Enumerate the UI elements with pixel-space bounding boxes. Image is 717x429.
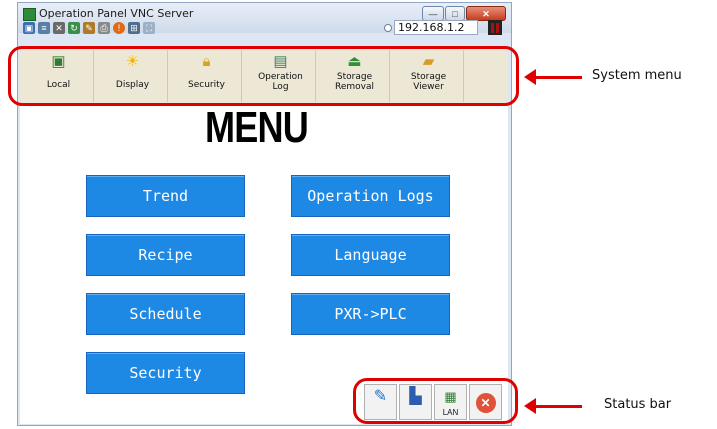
language-button[interactable]: Language [291,234,450,276]
network-icon[interactable]: ⊞ [128,22,140,34]
palette-icon[interactable]: ✎ [83,22,95,34]
page-title: MENU [205,103,309,152]
trend-button[interactable]: Trend [86,175,245,217]
warning-icon[interactable]: ! [113,22,125,34]
fullscreen-icon[interactable]: ⛶ [143,22,155,34]
title-bar: Operation Panel VNC Server — □ ✕ ▣ ≡ ✕ ↻… [18,3,511,36]
refresh-icon[interactable]: ↻ [68,22,80,34]
system-menu-callout: System menu [592,68,682,83]
maximize-button[interactable]: □ [445,6,465,21]
ip-address-field[interactable]: 192.168.1.2 [394,20,478,35]
menu-panel: MENU Trend Operation Logs Recipe Languag… [20,106,508,424]
tools-icon[interactable]: ✕ [53,22,65,34]
window-icon[interactable]: ≡ [38,22,50,34]
security-button[interactable]: Security [86,352,245,394]
status-bar-callout: Status bar [604,397,672,412]
arrow-line [534,405,582,408]
recipe-button[interactable]: Recipe [86,234,245,276]
status-bar-highlight [353,378,518,424]
arrow-line [534,76,582,79]
close-button[interactable]: ✕ [466,6,506,21]
window-title: Operation Panel VNC Server [39,7,194,20]
schedule-button[interactable]: Schedule [86,293,245,335]
connection-indicator-icon [384,24,392,32]
printer-icon[interactable]: ⎙ [98,22,110,34]
app-icon [23,8,36,21]
operation-logs-button[interactable]: Operation Logs [291,175,450,217]
pause-icon[interactable] [488,20,502,35]
monitor-icon[interactable]: ▣ [23,22,35,34]
pxr-plc-button[interactable]: PXR->PLC [291,293,450,335]
system-menu-highlight [8,46,519,106]
minimize-button[interactable]: — [422,6,444,21]
toolbar: ▣ ≡ ✕ ↻ ✎ ⎙ ! ⊞ ⛶ [23,22,155,36]
